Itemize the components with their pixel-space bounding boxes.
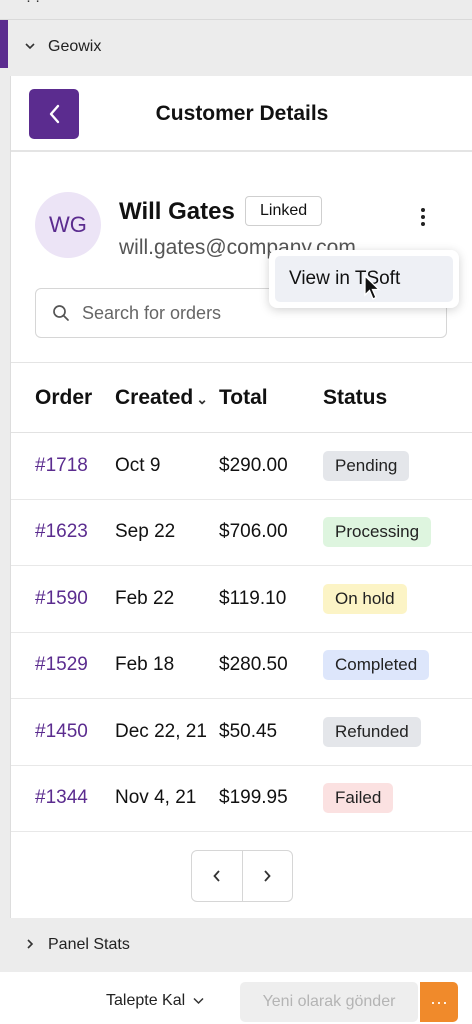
status-dropdown-label: Talepte Kal: [106, 992, 186, 1009]
chevron-down-icon: [24, 39, 40, 55]
kebab-menu-icon: [421, 208, 425, 226]
section-panel-stats[interactable]: Panel Stats: [10, 918, 472, 972]
table-row[interactable]: #1344 Nov 4, 21 $199.95 Failed: [11, 766, 472, 832]
table-header-row: Order Created ⌄ Total Status: [11, 363, 472, 433]
order-created: Oct 9: [115, 454, 161, 476]
status-dropdown[interactable]: Talepte Kal: [106, 992, 204, 1010]
customer-details-panel: Customer Details WG Will Gates Linked wi…: [10, 76, 472, 918]
chevron-down-icon: [193, 997, 204, 1005]
order-total: $280.50: [219, 654, 288, 676]
customer-name: Will Gates: [119, 198, 235, 225]
column-header-total[interactable]: Total: [219, 386, 323, 410]
avatar: WG: [35, 192, 101, 258]
table-row[interactable]: #1529 Feb 18 $280.50 Completed: [11, 633, 472, 699]
mouse-cursor-icon: [364, 275, 381, 300]
order-total: $706.00: [219, 521, 288, 543]
page-title: Customer Details: [155, 102, 329, 125]
column-header-status[interactable]: Status: [323, 386, 472, 410]
more-options-button[interactable]: [411, 202, 435, 232]
order-link[interactable]: #1590: [35, 588, 88, 609]
order-created: Dec 22, 21: [115, 720, 207, 742]
column-header-order[interactable]: Order: [11, 386, 115, 410]
section-title: Geowix: [48, 38, 102, 55]
chevron-left-icon: [49, 104, 60, 124]
status-badge: Refunded: [323, 716, 421, 747]
section-title: Panel Stats: [48, 936, 130, 953]
pagination: [191, 850, 293, 902]
order-total: $119.10: [219, 587, 287, 609]
section-geowix[interactable]: Geowix: [10, 20, 472, 74]
panel-header: Customer Details: [11, 76, 472, 152]
search-icon: [52, 304, 70, 322]
more-dots-icon: ···: [430, 991, 448, 1012]
search-placeholder: Search for orders: [82, 302, 222, 323]
chevron-right-icon: [24, 937, 40, 953]
collapsed-section-label: · ·: [26, 0, 41, 9]
chevron-left-icon: [213, 870, 220, 882]
table-row[interactable]: #1590 Feb 22 $119.10 On hold: [11, 566, 472, 633]
chevron-right-icon: [264, 870, 271, 882]
order-total: $199.95: [219, 787, 288, 809]
order-link[interactable]: #1344: [35, 787, 88, 808]
reply-footer: Talepte Kal Yeni olarak gönder ···: [0, 972, 472, 1024]
order-link[interactable]: #1450: [35, 721, 88, 742]
send-as-new-button[interactable]: Yeni olarak gönder: [240, 982, 418, 1022]
back-button[interactable]: [29, 89, 79, 139]
order-created: Feb 22: [115, 587, 175, 609]
status-badge: Failed: [323, 783, 394, 814]
sort-chevron-icon: ⌄: [196, 390, 208, 407]
status-badge: Pending: [323, 450, 410, 481]
orders-table: Order Created ⌄ Total Status #1718 Oct 9 $2…: [11, 362, 472, 832]
column-header-created[interactable]: Created ⌄: [115, 386, 219, 410]
status-badge: On hold: [323, 583, 407, 614]
linked-badge: Linked: [245, 196, 323, 226]
order-created: Nov 4, 21: [115, 787, 197, 809]
order-link[interactable]: #1718: [35, 455, 88, 476]
table-row[interactable]: #1450 Dec 22, 21 $50.45 Refunded: [11, 699, 472, 766]
order-created: Sep 22: [115, 521, 176, 543]
table-row[interactable]: #1718 Oct 9 $290.00 Pending: [11, 433, 472, 500]
order-link[interactable]: #1623: [35, 521, 88, 542]
order-total: $290.00: [219, 454, 288, 476]
order-created: Feb 18: [115, 654, 175, 676]
collapsed-section-strip[interactable]: · ·: [0, 0, 472, 20]
next-page-button[interactable]: [243, 851, 293, 901]
send-options-button[interactable]: ···: [420, 982, 458, 1022]
status-badge: Processing: [323, 517, 432, 548]
column-header-created-label: Created: [115, 385, 194, 409]
status-badge: Completed: [323, 650, 430, 681]
active-indicator: [0, 20, 8, 68]
previous-page-button[interactable]: [192, 851, 243, 901]
table-row[interactable]: #1623 Sep 22 $706.00 Processing: [11, 500, 472, 566]
order-total: $50.45: [219, 720, 278, 742]
order-link[interactable]: #1529: [35, 654, 88, 675]
